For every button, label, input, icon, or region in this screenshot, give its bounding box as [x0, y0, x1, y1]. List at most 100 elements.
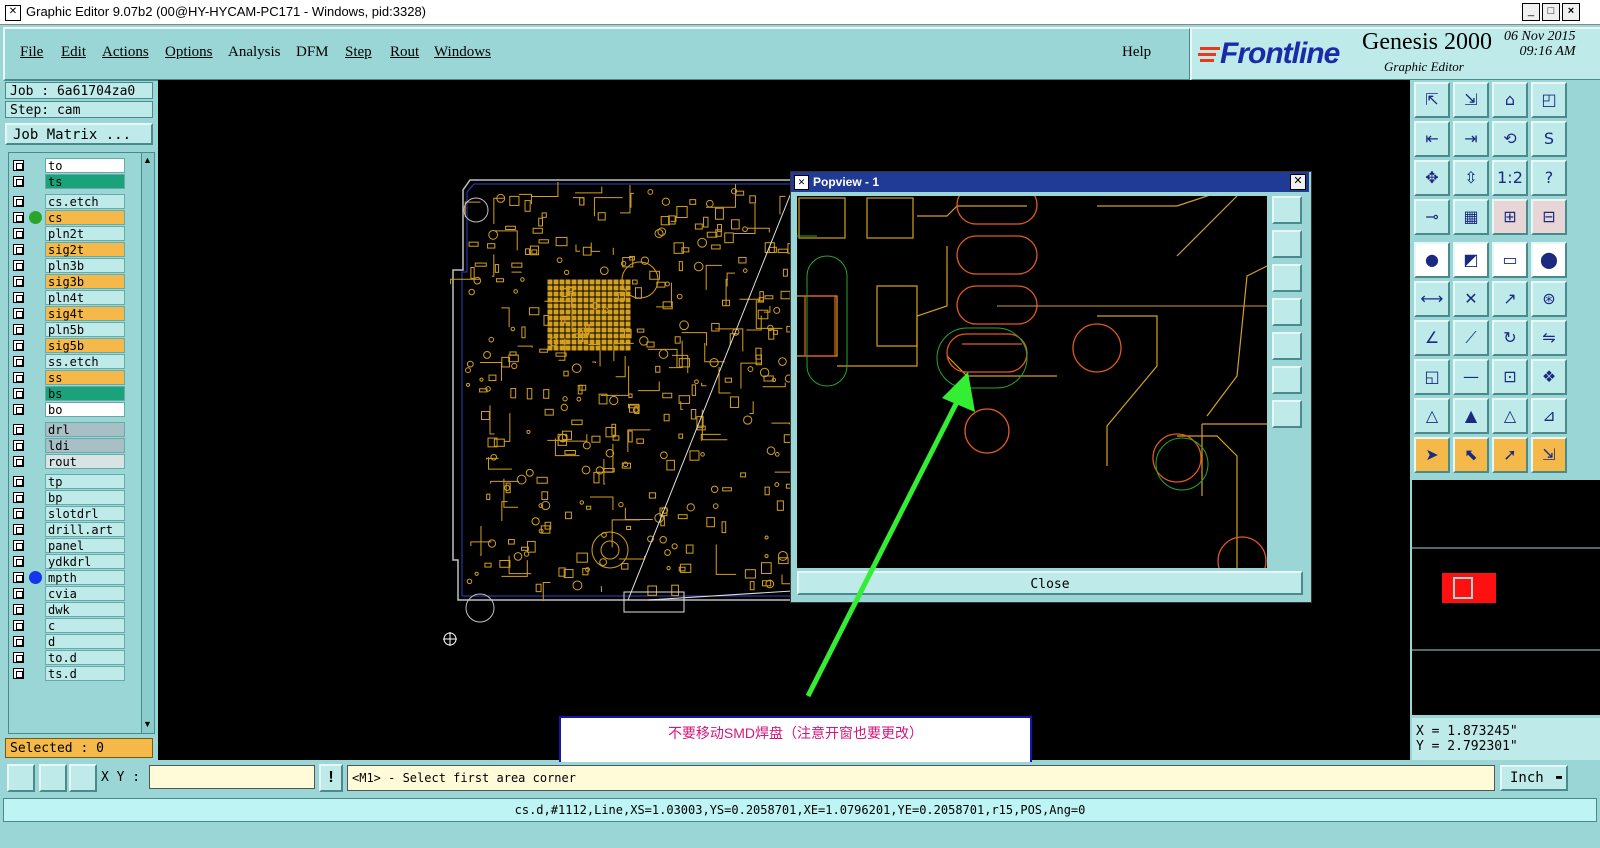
layer-row-pln2t[interactable]: pln2t [9, 226, 143, 242]
layer-name[interactable]: ts.d◢ [45, 666, 125, 681]
close-window-button[interactable]: × [1562, 3, 1580, 21]
layer-checkbox[interactable] [13, 540, 24, 551]
layer-checkbox[interactable] [13, 492, 24, 503]
layer-checkbox[interactable] [13, 212, 24, 223]
layer-name[interactable]: bs◢ [45, 386, 125, 401]
popview-close-icon[interactable]: ✕ [1290, 174, 1306, 190]
layer-row-drl[interactable]: drl [9, 422, 143, 438]
layer-name[interactable]: pln4t [45, 290, 125, 305]
layer-name[interactable]: ldi [45, 438, 125, 453]
grid-tool-button[interactable]: ▦ [1453, 199, 1489, 235]
layer-name[interactable]: pln3b [45, 258, 125, 273]
maximize-button[interactable]: □ [1542, 3, 1560, 21]
zoom-fit-tool-button[interactable]: ✥ [1414, 160, 1450, 196]
tri-outline-tool-button[interactable]: △ [1414, 398, 1450, 434]
layer-checkbox[interactable] [13, 324, 24, 335]
layer-row-ldi[interactable]: ldi [9, 438, 143, 454]
layer-name[interactable]: rout [45, 454, 125, 469]
layer-toggle-tool-button[interactable]: ⊟ [1531, 199, 1567, 235]
fit-screen-tool-button[interactable]: ⟲ [1492, 121, 1528, 157]
popview-zoom-out-button[interactable] [1272, 400, 1302, 428]
minimap[interactable] [1412, 480, 1600, 715]
menu-step[interactable]: Step [345, 44, 372, 61]
layer-checkbox[interactable] [13, 668, 24, 679]
layer-name[interactable]: sig4t◢ [45, 306, 125, 321]
layer-row-pln4t[interactable]: pln4t [9, 290, 143, 306]
layer-row-cs[interactable]: cs◢ [9, 210, 143, 226]
layer-name[interactable]: tp◢ [45, 474, 125, 489]
layer-checkbox[interactable] [13, 176, 24, 187]
popview-pan-down-button[interactable] [1272, 264, 1302, 292]
tri-red-tool-button[interactable]: ▲ [1453, 398, 1489, 434]
layer-name[interactable]: dwk [45, 602, 125, 617]
layer-name[interactable]: ss◢ [45, 370, 125, 385]
layer-checkbox[interactable] [13, 228, 24, 239]
line-edit-tool-button[interactable]: ⟋ [1453, 320, 1489, 356]
layer-checkbox[interactable] [13, 292, 24, 303]
tri-fill-tool-button[interactable]: △ [1492, 398, 1528, 434]
menu-edit[interactable]: Edit [61, 44, 86, 61]
warning-button[interactable]: ! [319, 764, 343, 792]
layer-checkbox[interactable] [13, 588, 24, 599]
zoom-area-tool-button[interactable]: ◰ [1531, 82, 1567, 118]
layer-row-cs-etch[interactable]: cs.etch [9, 194, 143, 210]
net-tool-button[interactable]: ⊛ [1531, 281, 1567, 317]
cut-tool-button[interactable]: — [1453, 359, 1489, 395]
layer-name[interactable]: sig3b◢ [45, 274, 125, 289]
unit-select[interactable]: Inch ▬ [1500, 765, 1568, 791]
zoom-back-tool-button[interactable]: ⇲ [1453, 82, 1489, 118]
draw-line-tool-button[interactable]: ◩ [1453, 242, 1489, 278]
layer-checkbox[interactable] [13, 244, 24, 255]
layer-name[interactable]: drl [45, 422, 125, 437]
tri-check-tool-button[interactable]: ⊿ [1531, 398, 1567, 434]
layer-checkbox[interactable] [13, 388, 24, 399]
layer-row-tp[interactable]: tp◢ [9, 474, 143, 490]
layer-row-pln5b[interactable]: pln5b [9, 322, 143, 338]
layer-name[interactable]: slotdrl [45, 506, 125, 521]
select-box-tool-button[interactable]: ⬉ [1453, 437, 1489, 473]
menu-rout[interactable]: Rout [390, 44, 419, 61]
snap-mode-button[interactable] [7, 764, 35, 792]
layer-name[interactable]: c [45, 618, 125, 633]
layer-checkbox[interactable] [13, 276, 24, 287]
zoom-home-tool-button[interactable]: ⇱ [1414, 82, 1450, 118]
layer-name[interactable]: sig5b◢ [45, 338, 125, 353]
layer-name[interactable]: panel◢ [45, 538, 125, 553]
ruler-tool-button[interactable]: ▭ [1492, 242, 1528, 278]
minimize-button[interactable]: _ [1522, 3, 1540, 21]
grid-mode-button[interactable] [69, 764, 97, 792]
layer-checkbox[interactable] [13, 372, 24, 383]
line-angle-tool-button[interactable]: ∠ [1414, 320, 1450, 356]
connect-tool-button[interactable]: ⟷ [1414, 281, 1450, 317]
move-point-tool-button[interactable]: ↗ [1492, 281, 1528, 317]
layer-row-ts[interactable]: ts◢ [9, 174, 143, 190]
layer-checkbox[interactable] [13, 356, 24, 367]
layer-row-d[interactable]: d [9, 634, 143, 650]
popview-fit-button[interactable] [1272, 196, 1302, 224]
layer-select-tool-button[interactable]: ⊞ [1492, 199, 1528, 235]
layer-name[interactable]: bo◢ [45, 402, 125, 417]
layer-checkbox[interactable] [13, 476, 24, 487]
layer-checkbox[interactable] [13, 572, 24, 583]
layer-name[interactable]: to◢ [45, 158, 125, 173]
layer-checkbox[interactable] [13, 424, 24, 435]
layer-name[interactable]: d [45, 634, 125, 649]
menu-help[interactable]: Help [1122, 44, 1151, 61]
layer-row-ss[interactable]: ss◢ [9, 370, 143, 386]
layer-name[interactable]: drill.art◢ [45, 522, 125, 537]
layer-row-bs[interactable]: bs◢ [9, 386, 143, 402]
layer-row-sig5b[interactable]: sig5b◢ [9, 338, 143, 354]
menu-dfm[interactable]: DFM [296, 44, 329, 61]
snap-tool-button[interactable]: S [1531, 121, 1567, 157]
layer-row-drill-art[interactable]: drill.art◢ [9, 522, 143, 538]
layer-row-sig2t[interactable]: sig2t◢ [9, 242, 143, 258]
layer-checkbox[interactable] [13, 604, 24, 615]
select-multi-tool-button[interactable]: ⇲ [1531, 437, 1567, 473]
menu-options[interactable]: Options [165, 44, 213, 61]
layer-row-dwk[interactable]: dwk [9, 602, 143, 618]
layer-row-c[interactable]: c [9, 618, 143, 634]
layer-name[interactable]: to.d◢ [45, 650, 125, 665]
xy-input[interactable] [149, 765, 315, 789]
layer-checkbox[interactable] [13, 636, 24, 647]
layer-checkbox[interactable] [13, 456, 24, 467]
